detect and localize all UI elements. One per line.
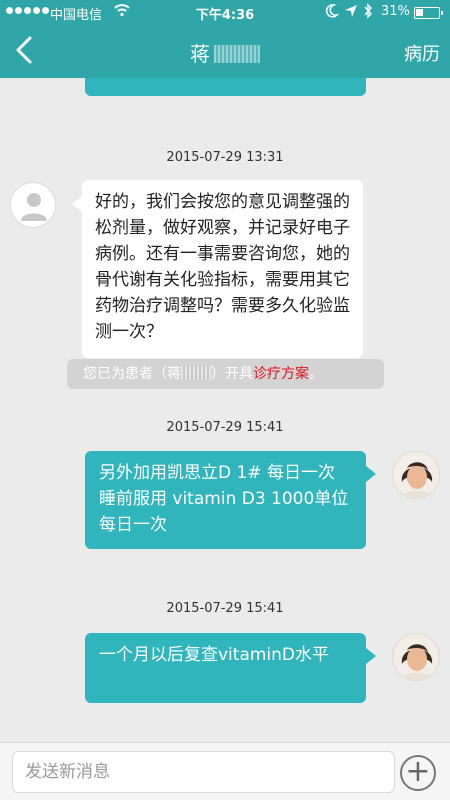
notice-end: 。 [309, 366, 323, 382]
doctor-avatar[interactable] [392, 451, 440, 499]
plus-circle-icon[interactable]: + [400, 755, 436, 791]
bubble-tail [366, 466, 376, 482]
prescription-notice: 您已为患者（蒋 ）开具诊疗方案。 [67, 359, 384, 389]
notice-prefix: 您已为患者（蒋 [83, 366, 181, 382]
top-bar: 中国电信 下午4:36 31% 蒋 病历 [0, 0, 450, 78]
outgoing-message-bubble[interactable]: 另外加用凯思立D 1# 每日一次 睡前服用 vitamin D3 1000单位 … [85, 451, 366, 549]
message-input[interactable] [12, 751, 395, 793]
battery-icon [414, 7, 443, 19]
chat-area[interactable]: 2015-07-29 13:31 好的，我们会按您的意见调整强的松剂量，做好观察… [0, 78, 450, 742]
location-arrow-icon [344, 3, 358, 23]
battery-percent: 31% [381, 4, 410, 19]
redacted-name [181, 366, 211, 380]
previous-message-bubble [85, 78, 366, 96]
message-timestamp: 2015-07-29 15:41 [166, 420, 284, 435]
doctor-avatar[interactable] [392, 633, 440, 681]
notice-suffix: ）开具 [211, 366, 253, 382]
status-bar: 中国电信 下午4:36 31% [0, 0, 450, 26]
incoming-message-bubble[interactable]: 好的，我们会按您的意见调整强的松剂量，做好观察，并记录好电子病例。还有一事需要咨… [82, 180, 363, 358]
user-placeholder-icon [21, 193, 47, 221]
medical-record-button[interactable]: 病历 [404, 40, 440, 66]
page-title-text: 蒋 [190, 42, 210, 66]
page-title: 蒋 [0, 38, 450, 67]
message-timestamp: 2015-07-29 13:31 [166, 150, 284, 165]
bubble-tail [366, 648, 376, 664]
treatment-plan-link[interactable]: 诊疗方案 [253, 366, 309, 382]
patient-avatar[interactable] [10, 182, 56, 228]
bluetooth-icon [362, 3, 374, 23]
moon-icon [325, 3, 340, 23]
message-timestamp: 2015-07-29 15:41 [166, 601, 284, 616]
doctor-photo-icon [400, 644, 434, 680]
message-input-bar: + [0, 742, 450, 800]
redacted-name [214, 45, 260, 63]
nav-bar: 蒋 病历 [0, 26, 450, 78]
outgoing-message-bubble[interactable]: 一个月以后复查vitaminD水平 [85, 633, 366, 703]
doctor-photo-icon [400, 462, 434, 498]
bubble-tail [72, 196, 82, 212]
